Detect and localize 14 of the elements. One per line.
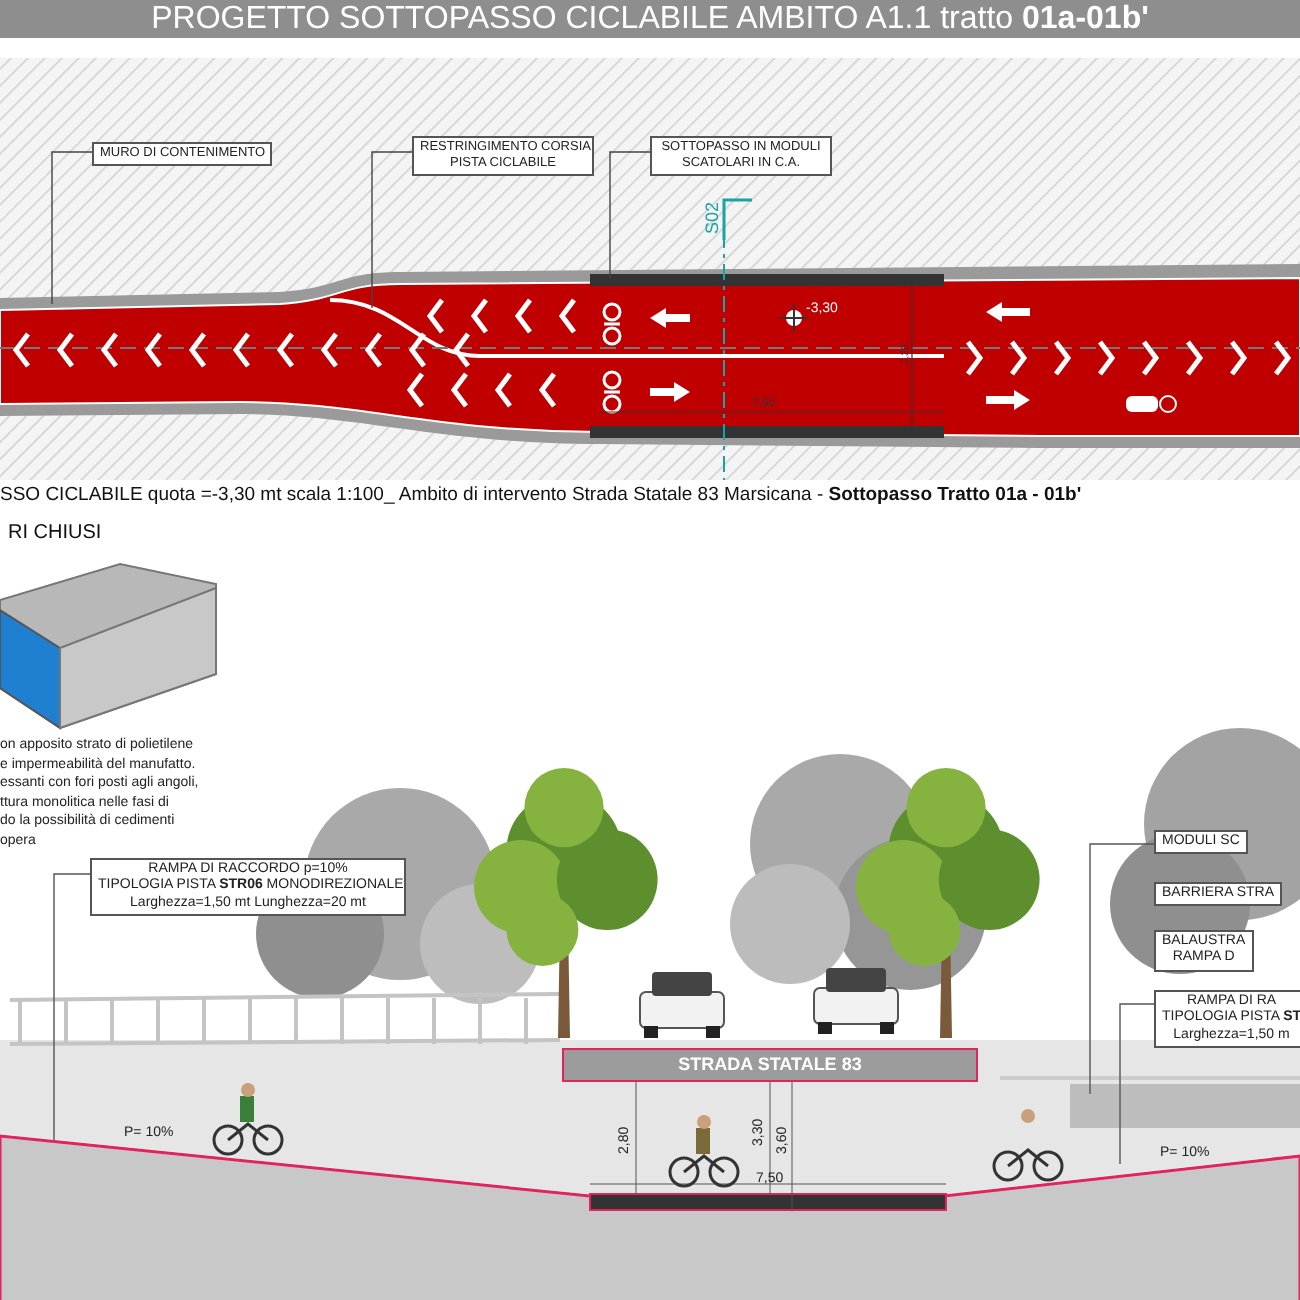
- arrow-right-icon: [650, 382, 690, 402]
- cyclist-drawing: [668, 1115, 740, 1188]
- drawing-caption: SSO CICLABILE quota =-3,30 mt scala 1:100_ Ambito di intervento Strada Statale 83 Marsicana - Sottopasso Tratto 01a - 01b': [0, 482, 1084, 510]
- cyclist-drawing: [992, 1109, 1064, 1182]
- car-drawing: [813, 968, 899, 1034]
- level-marker-icon: [779, 303, 809, 333]
- detail-heading: RI CHIUSI: [8, 522, 102, 544]
- road-label: STRADA STATALE 83: [562, 1048, 978, 1082]
- page-title: PROGETTO SOTTOPASSO CICLABILE AMBITO A1.1 tratto 01a-01b': [151, 1, 1149, 37]
- arrow-left-icon: [986, 302, 1030, 322]
- arrow-right-icon: [986, 390, 1030, 410]
- section-mark: S02: [704, 201, 722, 234]
- arrow-left-icon: [650, 308, 690, 328]
- cyclist-drawing: [212, 1083, 284, 1156]
